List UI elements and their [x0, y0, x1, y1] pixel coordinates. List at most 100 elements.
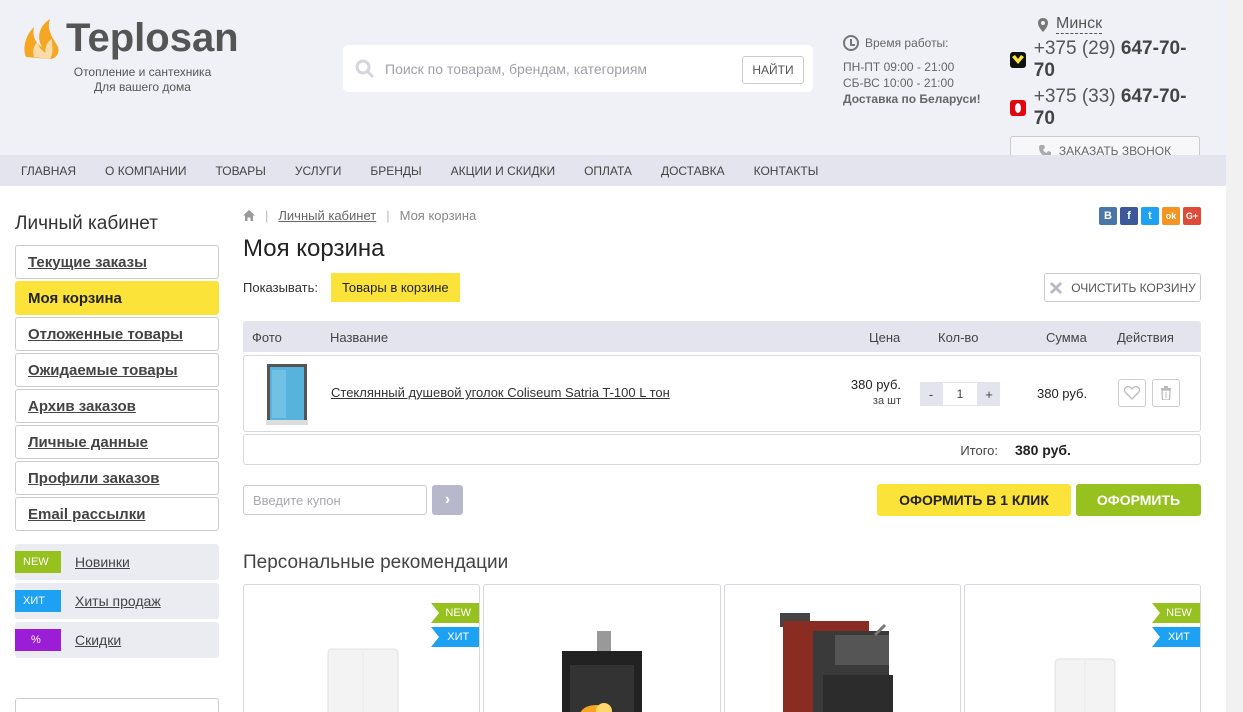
- city-name: Минск: [1056, 15, 1103, 34]
- facebook-share-icon[interactable]: f: [1120, 207, 1138, 225]
- phone-mts[interactable]: +375 (33) 647-70-70: [1010, 86, 1205, 130]
- nav-item-delivery[interactable]: ДОСТАВКА: [661, 164, 725, 178]
- discount-badge: %: [15, 629, 61, 651]
- sidebar-item-personal-data[interactable]: Личные данные: [15, 425, 219, 459]
- tag-link-discounts[interactable]: % Скидки: [15, 622, 219, 658]
- city-selector[interactable]: Минск: [1038, 15, 1205, 34]
- logo-tagline: Отопление и сантехника Для вашего дома: [20, 65, 265, 95]
- delivery-note: Доставка по Беларуси!: [843, 92, 981, 106]
- wishlist-button[interactable]: [1118, 379, 1146, 407]
- social-share: B f t ok G+: [1099, 207, 1201, 225]
- odnoklassniki-share-icon[interactable]: ok: [1162, 207, 1180, 225]
- clear-cart-label: ОЧИСТИТЬ КОРЗИНУ: [1071, 280, 1196, 295]
- sidebar-title: Личный кабинет: [15, 213, 158, 234]
- show-cart-items-chip[interactable]: Товары в корзине: [330, 273, 460, 302]
- sidebar-item-email-subscriptions[interactable]: Email рассылки: [15, 497, 219, 531]
- tag-label-new: Новинки: [75, 554, 130, 570]
- nav-item-payment[interactable]: ОПЛАТА: [584, 164, 632, 178]
- cart-total-row: Итого: 380 руб.: [243, 434, 1201, 465]
- logo[interactable]: Teplosan Отопление и сантехника Для ваше…: [20, 16, 270, 95]
- tag-link-hits[interactable]: ХИТ Хиты продаж: [15, 583, 219, 619]
- nav-item-brands[interactable]: БРЕНДЫ: [370, 164, 421, 178]
- working-hours: Время работы: ПН-ПТ 09:00 - 21:00 СБ-ВС …: [843, 35, 1003, 107]
- product-image-stove: [562, 631, 643, 712]
- mts-icon: [1010, 100, 1026, 116]
- phone-2-prefix: +375 (33): [1033, 86, 1116, 107]
- product-card[interactable]: NEW ХИТ: [963, 584, 1201, 712]
- page-title: Моя корзина: [243, 235, 385, 262]
- site-header: Teplosan Отопление и сантехника Для ваше…: [0, 0, 1226, 165]
- tag-link-new[interactable]: NEW Новинки: [15, 544, 219, 580]
- nav-item-products[interactable]: ТОВАРЫ: [215, 164, 265, 178]
- recommendations-title: Персональные рекомендации: [243, 552, 509, 573]
- nav-item-contacts[interactable]: КОНТАКТЫ: [754, 164, 819, 178]
- product-card[interactable]: NEW ХИТ: [243, 584, 481, 712]
- phone-1-prefix: +375 (29): [1033, 38, 1116, 59]
- logo-text: Teplosan: [66, 16, 239, 60]
- product-card[interactable]: [723, 584, 961, 712]
- cart-table-header: Фото Название Цена Кол-во Сумма Действия: [243, 321, 1201, 352]
- clear-cart-button[interactable]: ОЧИСТИТЬ КОРЗИНУ: [1044, 273, 1201, 302]
- breadcrumb: | Личный кабинет | Моя корзина: [243, 208, 476, 223]
- product-name-link[interactable]: Стеклянный душевой уголок Coliseum Satri…: [331, 385, 670, 400]
- sidebar-item-order-profiles[interactable]: Профили заказов: [15, 461, 219, 495]
- checkout-button[interactable]: ОФОРМИТЬ: [1076, 484, 1201, 516]
- clock-icon: [843, 35, 859, 51]
- search-bar: НАЙТИ: [343, 45, 813, 92]
- breadcrumb-account[interactable]: Личный кабинет: [278, 208, 376, 223]
- col-photo: Фото: [252, 330, 282, 345]
- product-image-boiler-red: [779, 613, 893, 712]
- vk-share-icon[interactable]: B: [1099, 207, 1117, 225]
- col-actions: Действия: [1117, 330, 1174, 345]
- nav-item-home[interactable]: ГЛАВНАЯ: [21, 164, 76, 178]
- new-flag: NEW: [431, 603, 480, 623]
- qty-decrement-button[interactable]: -: [920, 382, 942, 406]
- qty-increment-button[interactable]: +: [978, 382, 1000, 406]
- hit-flag: ХИТ: [431, 627, 480, 647]
- sidebar-item-current-orders[interactable]: Текущие заказы: [15, 245, 219, 279]
- nav-item-services[interactable]: УСЛУГИ: [295, 164, 342, 178]
- tagline-line-2: Для вашего дома: [94, 80, 191, 94]
- product-price: 380 руб. за шт: [851, 377, 901, 409]
- nav-item-about[interactable]: О КОМПАНИИ: [105, 164, 186, 178]
- sidebar-item-my-cart[interactable]: Моя корзина: [15, 281, 219, 315]
- hours-weekend: СБ-ВС 10:00 - 21:00: [843, 76, 954, 90]
- total-value: 380 руб.: [1015, 442, 1071, 458]
- price-unit: за шт: [872, 395, 901, 407]
- col-name: Название: [330, 330, 389, 345]
- breadcrumb-current: Моя корзина: [399, 208, 477, 223]
- google-plus-share-icon[interactable]: G+: [1183, 207, 1201, 225]
- new-badge: NEW: [15, 551, 61, 573]
- nav-item-promotions[interactable]: АКЦИИ И СКИДКИ: [451, 164, 555, 178]
- product-thumbnail[interactable]: [264, 362, 310, 426]
- col-sum: Сумма: [1046, 330, 1087, 345]
- qty-input[interactable]: [942, 382, 978, 406]
- sidebar-item-saved-items[interactable]: Отложенные товары: [15, 317, 219, 351]
- search-icon: [355, 59, 375, 79]
- table-row: Стеклянный душевой уголок Coliseum Satri…: [243, 355, 1201, 432]
- sidebar-banner[interactable]: [15, 698, 219, 712]
- location-pin-icon: [1038, 17, 1048, 32]
- hours-title: Время работы:: [865, 36, 949, 50]
- twitter-share-icon[interactable]: t: [1141, 207, 1159, 225]
- coupon-apply-button[interactable]: ›: [432, 485, 463, 515]
- product-card[interactable]: [483, 584, 721, 712]
- sidebar-item-order-archive[interactable]: Архив заказов: [15, 389, 219, 423]
- velcom-icon: [1010, 52, 1026, 68]
- one-click-order-button[interactable]: ОФОРМИТЬ В 1 КЛИК: [877, 484, 1071, 516]
- coupon-input[interactable]: [243, 485, 427, 515]
- tag-label-discounts: Скидки: [75, 632, 122, 648]
- close-icon: [1050, 281, 1063, 294]
- tag-links: NEW Новинки ХИТ Хиты продаж % Скидки: [15, 544, 220, 658]
- show-label: Показывать:: [243, 280, 318, 295]
- delete-button[interactable]: [1152, 379, 1180, 407]
- home-icon[interactable]: [243, 210, 255, 221]
- col-qty: Кол-во: [938, 330, 979, 345]
- hit-flag: ХИТ: [1152, 627, 1200, 647]
- heart-icon: [1124, 386, 1140, 400]
- sidebar-item-expected-items[interactable]: Ожидаемые товары: [15, 353, 219, 387]
- phone-velcom[interactable]: +375 (29) 647-70-70: [1010, 38, 1205, 82]
- search-input[interactable]: [385, 45, 735, 92]
- scrollbar[interactable]: [1226, 0, 1243, 712]
- search-button[interactable]: НАЙТИ: [742, 56, 804, 84]
